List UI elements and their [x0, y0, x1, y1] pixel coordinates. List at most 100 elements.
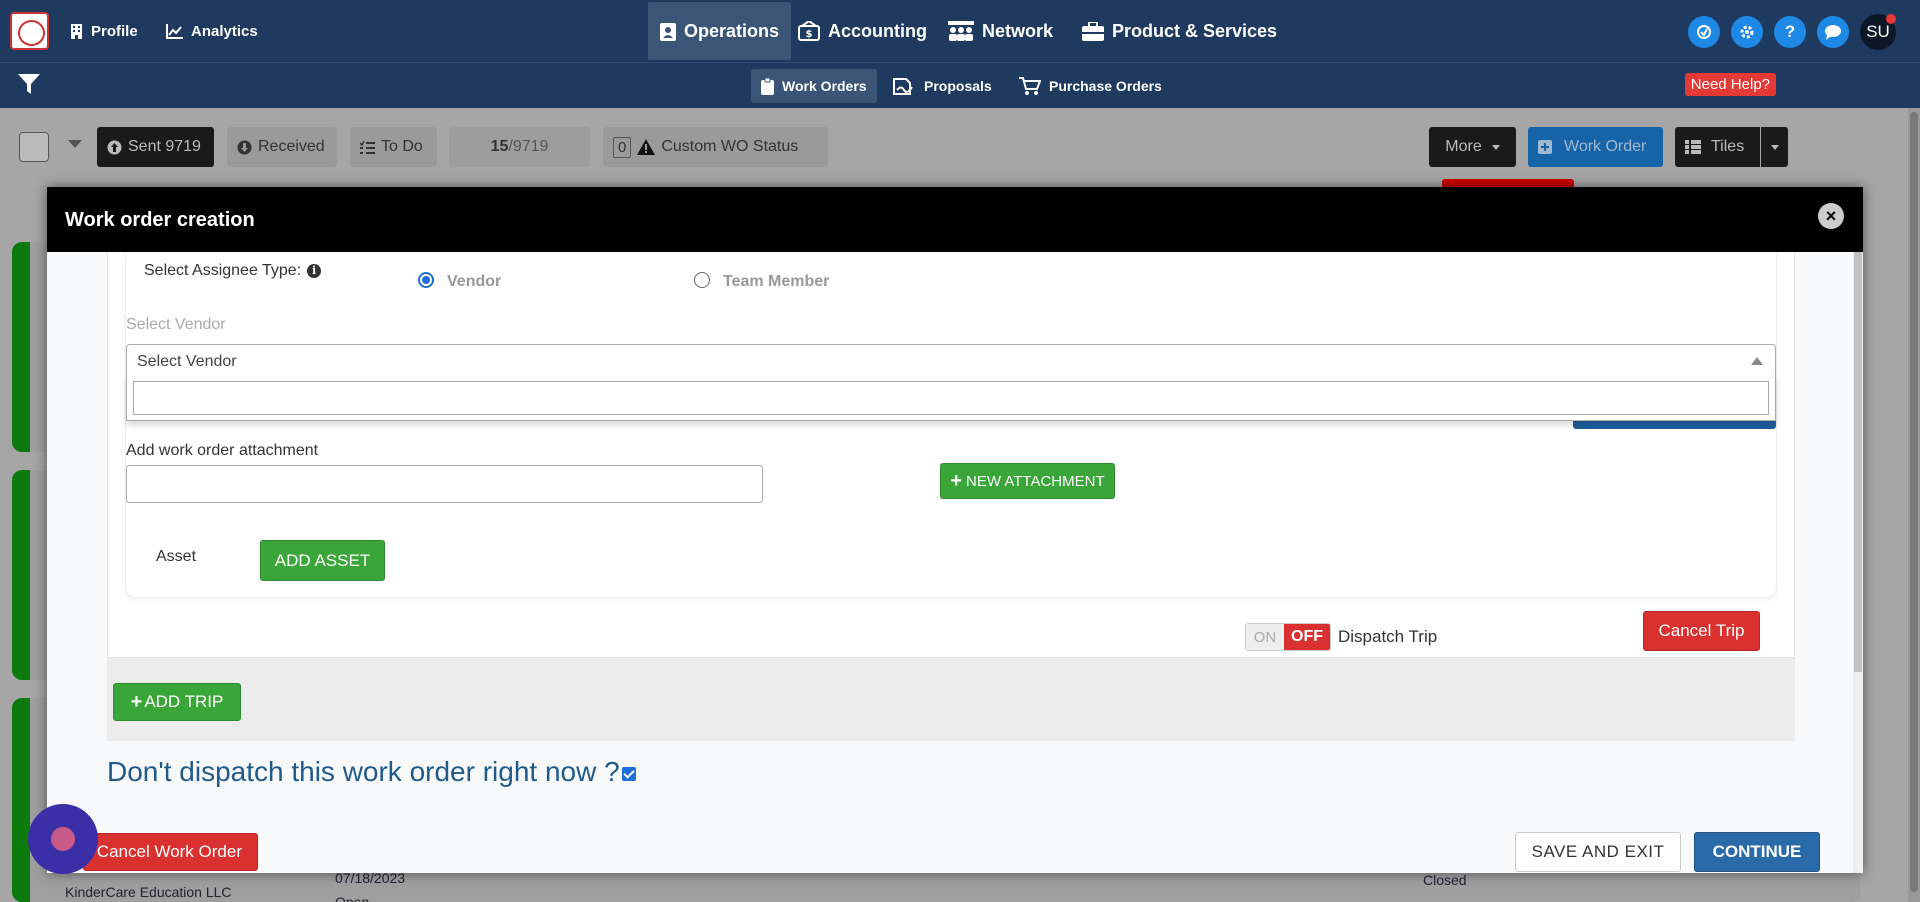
add-trip-button[interactable]: + ADD TRIP	[113, 683, 241, 721]
chart-line-icon	[166, 23, 183, 39]
add-trip-label: ADD TRIP	[144, 692, 224, 711]
todo-filter-label: To Do	[381, 138, 423, 155]
need-help-button[interactable]: Need Help?	[1684, 73, 1776, 96]
dont-dispatch-text: Don't dispatch this work order right now…	[107, 756, 620, 787]
page-current: 15	[490, 138, 509, 155]
top-nav: Profile Analytics Operations $ Accountin…	[0, 0, 1920, 62]
nav-product-services[interactable]: Product & Services	[1082, 0, 1277, 62]
nav-network-label: Network	[982, 20, 1054, 41]
subnav-purchase-orders-label: Purchase Orders	[1049, 78, 1162, 94]
more-label: More	[1445, 138, 1482, 155]
tiles-view-label: Tiles	[1711, 138, 1745, 155]
vendor-radio-label[interactable]: Vendor	[447, 273, 501, 291]
users-network-icon	[948, 21, 974, 41]
tiles-view-button[interactable]: Tiles	[1675, 127, 1760, 167]
more-button[interactable]: More	[1429, 127, 1516, 167]
nav-accounting[interactable]: $ Accounting	[798, 0, 927, 62]
nav-profile[interactable]: Profile	[70, 0, 138, 62]
top-icons: ? SU	[1688, 14, 1896, 50]
new-attachment-button[interactable]: + NEW ATTACHMENT	[940, 463, 1115, 499]
sent-filter-label: Sent 9719	[128, 138, 201, 155]
nav-operations-label: Operations	[684, 20, 780, 41]
nav-operations[interactable]: Operations	[648, 2, 792, 60]
briefcase-icon	[1082, 21, 1104, 41]
select-all-checkbox[interactable]	[19, 132, 49, 162]
grid-icon	[1685, 140, 1701, 154]
info-icon[interactable]: i	[307, 263, 322, 278]
arrow-down-circle-icon	[237, 140, 252, 155]
plus-square-icon	[1538, 140, 1552, 154]
nav-network[interactable]: Network	[948, 0, 1053, 62]
dont-dispatch-question: Don't dispatch this work order right now…	[107, 756, 636, 788]
vendor-select-value: Select Vendor	[137, 353, 237, 370]
vendor-dropdown	[126, 377, 1776, 421]
cancel-work-order-button[interactable]: Cancel Work Order	[83, 833, 258, 871]
wo-company: KinderCare Education LLC	[65, 884, 232, 900]
caret-up-icon	[1751, 357, 1763, 365]
arrow-up-circle-icon	[107, 140, 122, 155]
assignee-type-label-text: Select Assignee Type:	[144, 262, 302, 279]
team-member-radio-label[interactable]: Team Member	[723, 273, 829, 291]
plus-icon: +	[950, 469, 963, 492]
nav-profile-label: Profile	[91, 22, 138, 40]
select-vendor-label: Select Vendor	[126, 316, 226, 333]
subnav-purchase-orders[interactable]: Purchase Orders	[1009, 69, 1172, 103]
chevron-down-icon[interactable]	[68, 140, 82, 148]
dispatch-trip-toggle[interactable]: ON OFF	[1245, 623, 1331, 651]
new-work-order-button[interactable]: Work Order	[1528, 127, 1663, 167]
sub-nav: Work Orders Proposals Purchase Orders Ne…	[0, 62, 1920, 108]
vendor-radio[interactable]	[418, 272, 434, 288]
nav-analytics-label: Analytics	[191, 22, 258, 40]
dont-dispatch-checkbox[interactable]	[621, 766, 636, 781]
new-attachment-label: NEW ATTACHMENT	[966, 472, 1105, 490]
caret-down-icon	[1770, 144, 1779, 150]
list-check-icon	[360, 140, 375, 154]
asset-label: Asset	[156, 548, 197, 565]
subnav-work-orders[interactable]: Work Orders	[751, 69, 877, 103]
custom-status-count: 0	[613, 136, 632, 158]
shopping-cart-icon	[1019, 77, 1041, 95]
sync-icon[interactable]	[1688, 16, 1720, 48]
page-scrollbar-thumb[interactable]	[1910, 112, 1918, 892]
new-work-order-label: Work Order	[1564, 138, 1647, 155]
tiles-dropdown-button[interactable]	[1761, 127, 1788, 167]
nav-accounting-label: Accounting	[828, 20, 927, 41]
received-filter-button[interactable]: Received	[227, 127, 337, 167]
attachment-input[interactable]	[126, 465, 763, 503]
subnav-work-orders-label: Work Orders	[782, 78, 867, 94]
assignee-type-label: Select Assignee Type: i	[144, 262, 322, 280]
nav-product-services-label: Product & Services	[1112, 20, 1278, 41]
vendor-select[interactable]: Select Vendor	[126, 344, 1776, 378]
add-asset-button[interactable]: ADD ASSET	[260, 540, 385, 581]
clipboard-user-icon	[660, 21, 676, 41]
filter-icon[interactable]	[18, 73, 40, 101]
save-and-exit-button[interactable]: SAVE AND EXIT	[1515, 832, 1681, 872]
company-logo[interactable]	[10, 12, 49, 50]
toggle-off-label: OFF	[1284, 624, 1330, 650]
page-total: 9719	[512, 138, 549, 155]
chat-icon[interactable]	[1817, 16, 1849, 48]
warning-icon	[637, 139, 656, 155]
modal-scrollbar-thumb[interactable]	[1854, 252, 1862, 672]
received-filter-label: Received	[258, 138, 325, 155]
todo-filter-button[interactable]: To Do	[350, 127, 437, 167]
vendor-search-input[interactable]	[133, 381, 1769, 415]
cancel-trip-button[interactable]: Cancel Trip	[1643, 611, 1760, 651]
close-icon[interactable]: ×	[1818, 203, 1844, 229]
subnav-proposals[interactable]: Proposals	[882, 69, 1002, 103]
custom-status-label: Custom WO Status	[661, 138, 799, 155]
user-avatar[interactable]: SU	[1860, 14, 1896, 50]
sent-filter-button[interactable]: Sent 9719	[97, 127, 214, 167]
money-bill-icon: $	[798, 21, 820, 41]
help-icon[interactable]: ?	[1774, 16, 1806, 48]
nav-analytics[interactable]: Analytics	[166, 0, 258, 62]
trip-panel	[107, 252, 1795, 658]
continue-button[interactable]: CONTINUE	[1694, 832, 1820, 872]
add-trip-section	[107, 658, 1795, 741]
chat-widget-icon[interactable]	[28, 804, 98, 874]
svg-text:$: $	[806, 29, 813, 40]
team-member-radio[interactable]	[694, 272, 710, 288]
custom-wo-status-button[interactable]: 0 Custom WO Status	[603, 127, 828, 167]
gear-icon[interactable]	[1731, 16, 1763, 48]
wo-status-open: Open	[335, 894, 370, 902]
